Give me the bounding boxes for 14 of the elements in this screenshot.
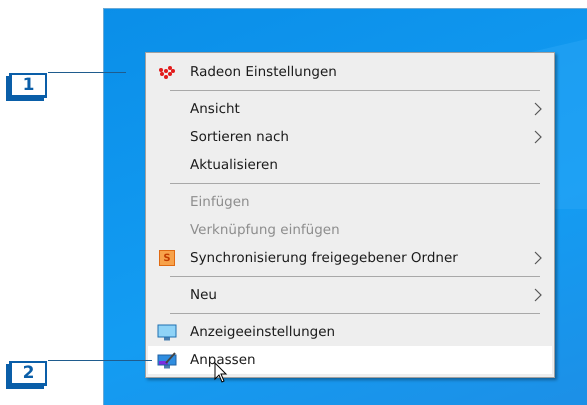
menu-item[interactable]: Neu <box>148 281 552 309</box>
dot-cluster-icon <box>158 64 176 80</box>
menu-item[interactable]: Sortieren nach <box>148 123 552 151</box>
monitor-icon <box>157 324 177 340</box>
menu-item[interactable]: Anpassen <box>148 346 552 374</box>
menu-item[interactable]: Aktualisieren <box>148 151 552 179</box>
monitor-brush-icon <box>157 352 177 368</box>
menu-item[interactable]: Ansicht <box>148 95 552 123</box>
menu-item[interactable]: Radeon Einstellungen <box>148 58 552 86</box>
menu-item[interactable]: Anzeigeeinstellungen <box>148 318 552 346</box>
letter-icon: S <box>159 250 175 266</box>
menu-item[interactable]: S Synchronisierung freigegebener Ordner <box>148 244 552 272</box>
callout-number: 2 <box>9 361 47 386</box>
callout-number: 1 <box>9 73 47 98</box>
